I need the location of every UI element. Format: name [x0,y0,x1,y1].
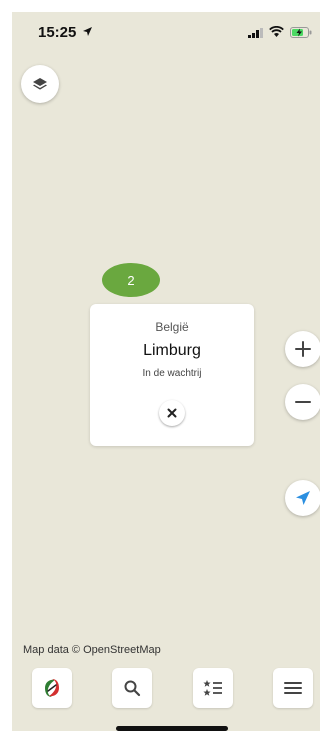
search-icon [124,680,141,697]
tab-search[interactable] [112,668,152,708]
tab-menu[interactable] [273,668,313,708]
rated-list-icon [203,680,222,696]
signal-icon [248,28,263,38]
minus-icon [295,401,311,403]
plus-icon [295,341,311,357]
navigation-arrow-icon [296,491,310,505]
zoom-in-button[interactable] [285,331,320,367]
tab-rated-list[interactable] [193,668,233,708]
map-attribution: Map data © OpenStreetMap [23,644,161,656]
card-country: België [155,320,189,334]
zoom-out-button[interactable] [285,384,320,420]
home-indicator[interactable] [116,726,228,731]
layers-icon [33,78,47,90]
wifi-icon [269,26,284,37]
bottom-tab-bar [12,664,320,718]
map-screen[interactable]: 15:25 2 België Limburg In de wachtrij Ma… [12,12,320,731]
close-icon [167,408,177,418]
location-arrow-icon [83,27,92,36]
tab-home[interactable] [32,668,72,708]
locate-me-button[interactable] [285,480,320,516]
status-time: 15:25 [38,24,77,41]
status-bar: 15:25 [12,12,320,56]
card-status: In de wachtrij [142,368,202,379]
cluster-marker[interactable]: 2 [102,263,160,297]
app-logo-icon [45,679,59,697]
region-info-card: België Limburg In de wachtrij [90,304,254,446]
close-button[interactable] [159,400,185,426]
layers-button[interactable] [21,65,59,103]
battery-charging-icon [290,27,312,38]
cluster-count: 2 [127,272,135,288]
card-region: Limburg [143,342,201,359]
hamburger-menu-icon [284,682,302,694]
